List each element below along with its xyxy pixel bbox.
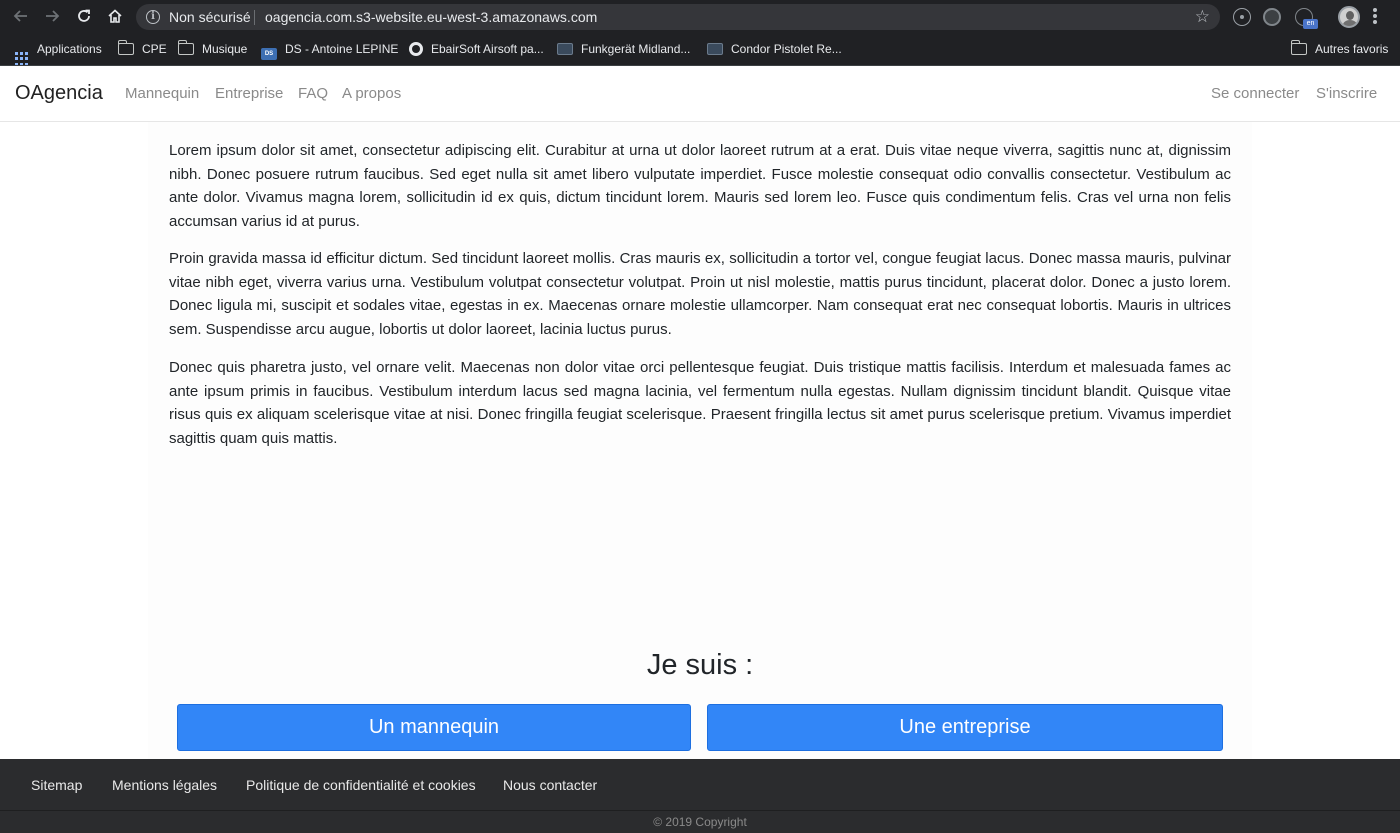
bookmark-applications[interactable]: Applications bbox=[15, 41, 102, 66]
folder-icon bbox=[117, 40, 134, 55]
intro-paragraph-2: Proin gravida massa id efficitur dictum.… bbox=[169, 250, 1231, 338]
site-favicon bbox=[707, 43, 723, 55]
intro-paragraph-3: Donec quis pharetra justo, vel ornare ve… bbox=[169, 359, 1231, 447]
address-divider bbox=[254, 10, 255, 25]
browser-menu-icon[interactable] bbox=[1372, 8, 1378, 26]
extension-compass-icon[interactable] bbox=[1263, 8, 1281, 26]
security-label: Non sécurisé bbox=[169, 9, 251, 25]
globe-icon bbox=[409, 42, 423, 56]
react-devtools-icon[interactable] bbox=[1233, 8, 1251, 26]
back-arrow-icon[interactable] bbox=[9, 5, 33, 29]
address-bar-row: i Non sécurisé oagencia.com.s3-website.e… bbox=[0, 0, 1400, 34]
bookmark-ebairsoft[interactable]: EbairSoft Airsoft pa... bbox=[409, 41, 544, 59]
reload-icon[interactable] bbox=[72, 5, 96, 29]
signup-link[interactable]: S'inscrire bbox=[1316, 85, 1377, 102]
folder-icon bbox=[1290, 40, 1307, 55]
forward-arrow-icon[interactable] bbox=[40, 5, 64, 29]
profile-avatar[interactable] bbox=[1338, 6, 1360, 28]
bookmark-condor[interactable]: Condor Pistolet Re... bbox=[707, 41, 842, 59]
home-icon[interactable] bbox=[103, 5, 127, 29]
footer-link-privacy[interactable]: Politique de confidentialité et cookies bbox=[246, 777, 476, 793]
site-footer: Sitemap Mentions légales Politique de co… bbox=[0, 759, 1400, 833]
address-bar[interactable]: i Non sécurisé oagencia.com.s3-website.e… bbox=[136, 4, 1220, 30]
language-badge: en bbox=[1303, 19, 1318, 29]
footer-link-sitemap[interactable]: Sitemap bbox=[31, 777, 82, 793]
url-text[interactable]: oagencia.com.s3-website.eu-west-3.amazon… bbox=[265, 9, 597, 25]
model-button[interactable]: Un mannequin bbox=[177, 704, 691, 751]
bookmark-musique[interactable]: Musique bbox=[177, 40, 247, 59]
cta-heading: Je suis : bbox=[646, 649, 754, 681]
bookmark-ds[interactable]: DS DS - Antoine LEPINE bbox=[261, 41, 398, 60]
nav-link-mannequin[interactable]: Mannequin bbox=[125, 85, 199, 102]
nav-link-a-propos[interactable]: A propos bbox=[342, 85, 401, 102]
footer-links: Sitemap Mentions légales Politique de co… bbox=[0, 759, 1400, 811]
nav-link-faq[interactable]: FAQ bbox=[298, 85, 328, 102]
footer-link-legal[interactable]: Mentions légales bbox=[112, 777, 217, 793]
browser-chrome: i Non sécurisé oagencia.com.s3-website.e… bbox=[0, 0, 1400, 66]
intro-paragraph-1: Lorem ipsum dolor sit amet, consectetur … bbox=[169, 142, 1231, 230]
brand-logo[interactable]: OAgencia bbox=[15, 82, 103, 105]
folder-icon bbox=[177, 40, 194, 55]
company-button[interactable]: Une entreprise bbox=[707, 704, 1223, 751]
bookmark-star-icon[interactable]: ☆ bbox=[1195, 7, 1210, 27]
copyright-text: © 2019 Copyright bbox=[653, 815, 747, 829]
ds-favicon: DS bbox=[261, 48, 277, 60]
site-favicon bbox=[557, 43, 573, 55]
footer-link-contact[interactable]: Nous contacter bbox=[503, 777, 597, 793]
info-icon[interactable]: i bbox=[146, 10, 160, 24]
bookmarks-bar: Applications CPE Musique DS DS - Antoine … bbox=[0, 34, 1400, 66]
bookmark-other-favorites[interactable]: Autres favoris bbox=[1290, 40, 1388, 59]
bookmark-funkgerat[interactable]: Funkgerät Midland... bbox=[557, 41, 690, 59]
login-link[interactable]: Se connecter bbox=[1211, 85, 1299, 102]
apps-grid-icon bbox=[15, 52, 29, 66]
bookmark-cpe[interactable]: CPE bbox=[117, 40, 167, 59]
main-content: Lorem ipsum dolor sit amet, consectetur … bbox=[148, 122, 1252, 759]
site-navbar: OAgencia Mannequin Entreprise FAQ A prop… bbox=[0, 66, 1400, 122]
nav-link-entreprise[interactable]: Entreprise bbox=[215, 85, 283, 102]
